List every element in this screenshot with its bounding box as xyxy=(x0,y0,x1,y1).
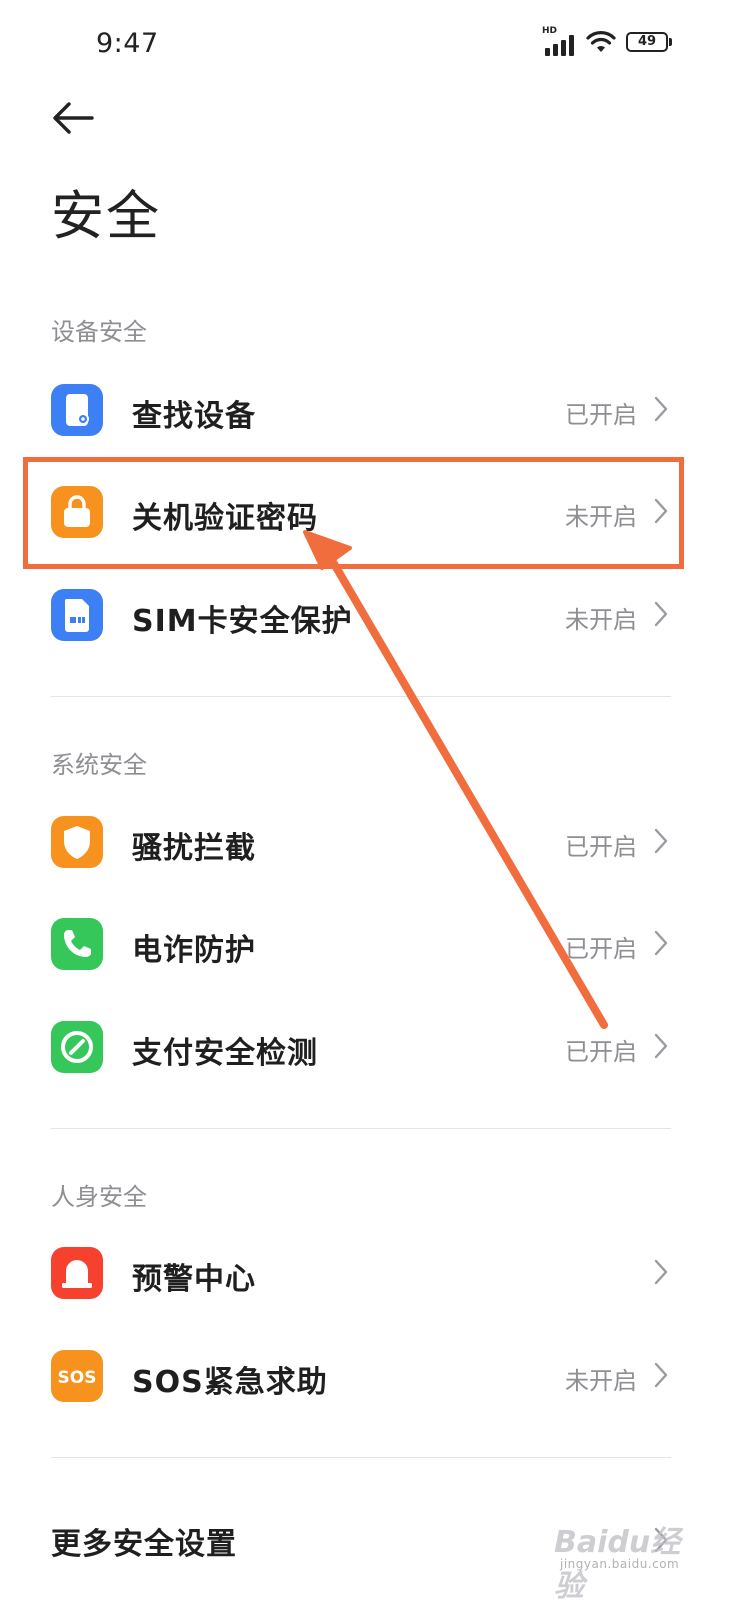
chevron-right-icon xyxy=(654,1033,668,1059)
row-state: 已开启 xyxy=(565,401,637,429)
status-icons: HD 49 xyxy=(542,26,692,58)
chevron-right-icon xyxy=(654,396,668,422)
row-label: 更多安全设置 xyxy=(51,1527,237,1562)
row-alert-center[interactable]: 预警中心 xyxy=(0,1223,738,1325)
row-sim-protection[interactable]: SIM卡安全保护 未开启 xyxy=(0,565,738,667)
sos-icon: SOS xyxy=(51,1350,103,1402)
section-divider xyxy=(51,1457,671,1458)
chevron-right-icon xyxy=(654,1259,668,1285)
payment-check-icon xyxy=(51,1021,103,1073)
sos-icon-text: SOS xyxy=(58,1368,97,1388)
row-state: 未开启 xyxy=(565,606,637,634)
row-label: 支付安全检测 xyxy=(132,1036,318,1071)
row-more-security-settings[interactable]: 更多安全设置 xyxy=(0,1485,738,1587)
signal-icon xyxy=(545,35,574,56)
battery-icon: 49 xyxy=(626,32,672,52)
alarm-icon xyxy=(51,1247,103,1299)
row-label: 骚扰拦截 xyxy=(132,831,256,866)
sim-card-icon xyxy=(51,589,103,641)
section-label-system-security: 系统安全 xyxy=(51,751,147,779)
section-divider xyxy=(51,1128,671,1129)
wifi-icon xyxy=(586,31,616,52)
chevron-right-icon xyxy=(654,498,668,524)
row-state: 未开启 xyxy=(565,1367,637,1395)
row-payment-security[interactable]: 支付安全检测 已开启 xyxy=(0,997,738,1099)
row-state: 已开启 xyxy=(565,1038,637,1066)
section-label-personal-safety: 人身安全 xyxy=(51,1183,147,1211)
chevron-right-icon xyxy=(654,601,668,627)
row-harassment-block[interactable]: 骚扰拦截 已开启 xyxy=(0,792,738,894)
row-label: 预警中心 xyxy=(132,1262,256,1297)
chevron-right-icon xyxy=(654,1527,668,1553)
row-shutdown-password[interactable]: 关机验证密码 未开启 xyxy=(0,462,738,564)
page-title: 安全 xyxy=(51,186,161,247)
section-label-device-security: 设备安全 xyxy=(51,318,147,346)
row-label: SOS紧急求助 xyxy=(132,1365,328,1400)
chevron-right-icon xyxy=(654,1362,668,1388)
phone-icon xyxy=(51,918,103,970)
section-divider xyxy=(51,696,671,697)
row-label: SIM卡安全保护 xyxy=(132,604,353,639)
row-fraud-protection[interactable]: 电诈防护 已开启 xyxy=(0,894,738,996)
lock-icon xyxy=(51,486,103,538)
row-state: 已开启 xyxy=(565,833,637,861)
row-label: 查找设备 xyxy=(132,399,256,434)
row-label: 关机验证密码 xyxy=(132,501,318,536)
row-label: 电诈防护 xyxy=(132,933,256,968)
status-bar: 9:47 HD 49 xyxy=(0,0,738,86)
row-state: 已开启 xyxy=(565,935,637,963)
find-device-icon xyxy=(51,384,103,436)
shield-icon xyxy=(51,816,103,868)
status-time: 9:47 xyxy=(96,28,159,59)
chevron-right-icon xyxy=(654,828,668,854)
row-find-device[interactable]: 查找设备 已开启 xyxy=(0,360,738,462)
chevron-right-icon xyxy=(654,930,668,956)
back-arrow-icon xyxy=(53,102,94,134)
row-sos[interactable]: SOS SOS紧急求助 未开启 xyxy=(0,1326,738,1428)
row-state: 未开启 xyxy=(565,503,637,531)
back-button[interactable] xyxy=(48,96,100,140)
